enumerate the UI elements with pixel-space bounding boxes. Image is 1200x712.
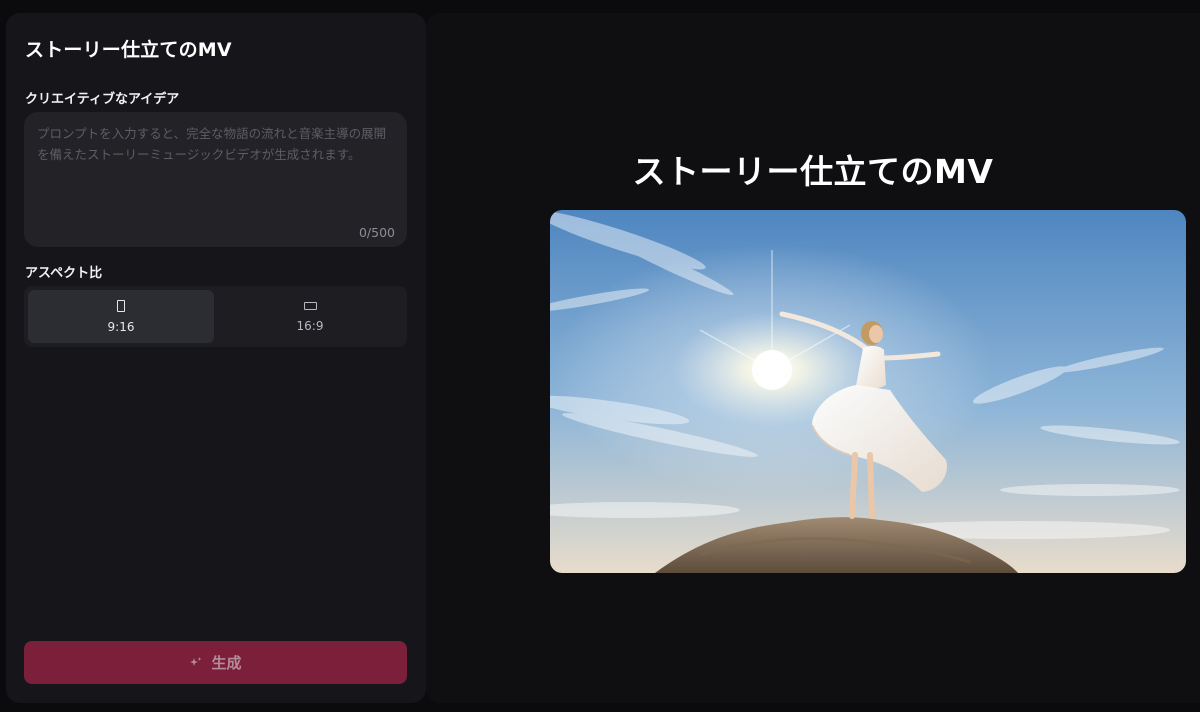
preview-title: ストーリー仕立てのMV — [632, 152, 994, 191]
prompt-box: 0/500 — [24, 112, 407, 247]
prompt-input[interactable] — [24, 112, 407, 247]
settings-panel: ストーリー仕立てのMV クリエイティブなアイデア 0/500 アスペクト比 9:… — [6, 13, 426, 703]
char-count: 0/500 — [358, 225, 395, 240]
generate-button[interactable]: 生成 — [24, 641, 407, 684]
portrait-icon — [117, 299, 125, 312]
aspect-ratio-selector: 9:16 16:9 — [24, 286, 407, 347]
sample-preview-image — [550, 210, 1186, 573]
app-root: ストーリー仕立てのMV クリエイティブなアイデア 0/500 アスペクト比 9:… — [0, 0, 1200, 712]
aspect-ratio-label: アスペクト比 — [25, 266, 103, 281]
preview-area: ストーリー仕立てのMV — [426, 13, 1200, 703]
sparkle-icon — [189, 656, 203, 670]
idea-label: クリエイティブなアイデア — [25, 92, 180, 107]
aspect-option-16-9[interactable]: 16:9 — [217, 290, 403, 343]
generate-label: 生成 — [211, 654, 242, 672]
aspect-option-9-16[interactable]: 9:16 — [28, 290, 214, 343]
aspect-option-label: 16:9 — [296, 319, 324, 333]
landscape-icon — [303, 302, 317, 310]
panel-title: ストーリー仕立てのMV — [25, 39, 232, 61]
aspect-option-label: 9:16 — [107, 319, 135, 334]
